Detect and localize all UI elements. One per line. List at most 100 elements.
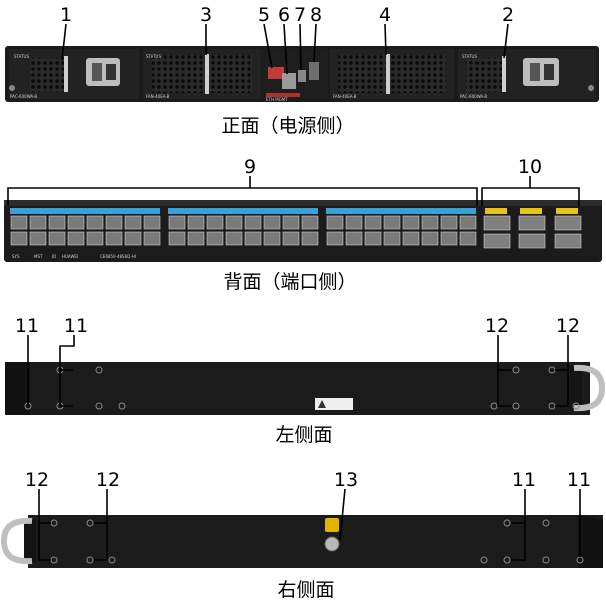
mgmt-port-6 bbox=[282, 73, 296, 89]
psu-right-handle bbox=[502, 56, 506, 92]
sfp-port bbox=[225, 231, 243, 246]
ground-icon bbox=[325, 518, 339, 532]
psu-left-model-label: PAC-600WA-B bbox=[10, 94, 37, 99]
qsfp-port bbox=[518, 233, 546, 249]
callout-4: 4 bbox=[379, 4, 391, 26]
sfp-port bbox=[301, 215, 319, 230]
sfp-port bbox=[244, 215, 262, 230]
back-caption: 背面（端口侧） bbox=[223, 271, 356, 293]
left-caption: 左侧面 bbox=[275, 424, 332, 446]
sfp-port bbox=[206, 231, 224, 246]
sfp-port bbox=[67, 215, 85, 230]
callout-5: 5 bbox=[258, 4, 270, 26]
callout-11-d: 11 bbox=[567, 469, 591, 491]
sfp-port bbox=[143, 215, 161, 230]
sfp-port bbox=[421, 215, 439, 230]
sfp-port bbox=[440, 231, 458, 246]
sfp-port bbox=[105, 231, 123, 246]
sfp-port bbox=[67, 231, 85, 246]
callout-12-d: 12 bbox=[96, 469, 120, 491]
sfp-port bbox=[124, 215, 142, 230]
sfp-port bbox=[187, 215, 205, 230]
qsfp-port bbox=[554, 215, 582, 231]
sfp-port bbox=[168, 231, 186, 246]
callout-11-a: 11 bbox=[15, 315, 39, 337]
sfp-port bbox=[282, 215, 300, 230]
psu-right-status-label: STATUS bbox=[462, 54, 477, 59]
callout-13: 13 bbox=[334, 469, 358, 491]
sfp-port bbox=[225, 215, 243, 230]
fan-4-model-label: FAN-40EA-B bbox=[333, 94, 357, 99]
callout-1: 1 bbox=[60, 4, 72, 26]
fan-3-status-label: STATUS bbox=[146, 54, 161, 59]
sfp-port bbox=[168, 215, 186, 230]
sfp-port bbox=[48, 231, 66, 246]
sfp-port bbox=[421, 231, 439, 246]
screw-icon bbox=[9, 85, 15, 91]
sfp-port bbox=[326, 231, 344, 246]
sfp-port bbox=[364, 215, 382, 230]
usb-port-8 bbox=[309, 62, 319, 80]
fan-module-3: STATUS FAN-40EA-B bbox=[143, 49, 261, 99]
back-brand: HUAWEI bbox=[62, 254, 78, 259]
psu-right-model-label: PAC-600WA-B bbox=[460, 94, 487, 99]
sfp-port bbox=[345, 231, 363, 246]
callout-10: 10 bbox=[518, 156, 542, 178]
callout-9: 9 bbox=[244, 156, 256, 178]
psu-left-status-label: STATUS bbox=[14, 54, 29, 59]
console-port-7 bbox=[298, 70, 306, 82]
mgmt-label: ETH MGMT bbox=[266, 97, 288, 102]
sfp-port bbox=[244, 231, 262, 246]
sfp-port bbox=[10, 231, 28, 246]
front-view: STATUS PAC-600WA-B STATUS FAN-40EA-B ETH… bbox=[5, 4, 599, 137]
front-caption: 正面（电源侧） bbox=[221, 115, 354, 137]
back-model: CE6850-48S6Q-HI bbox=[100, 254, 136, 259]
callout-12-a: 12 bbox=[485, 315, 509, 337]
fan-3-handle bbox=[205, 54, 209, 94]
back-indicator-mst: MST bbox=[34, 254, 43, 259]
qsfp-port-group bbox=[483, 208, 582, 249]
right-caption: 右侧面 bbox=[277, 579, 334, 601]
sfp-port bbox=[402, 215, 420, 230]
psu-left: STATUS PAC-600WA-B bbox=[9, 49, 139, 99]
mgmt-port-5 bbox=[268, 67, 284, 79]
callout-12-c: 12 bbox=[25, 469, 49, 491]
callout-3: 3 bbox=[200, 4, 212, 26]
back-indicator-sys: SYS bbox=[12, 254, 20, 259]
callout-7: 7 bbox=[294, 4, 306, 26]
sfp-port bbox=[86, 231, 104, 246]
fan-3-model-label: FAN-40EA-B bbox=[146, 94, 170, 99]
sfp-port bbox=[263, 231, 281, 246]
sfp-port bbox=[364, 231, 382, 246]
device-views-diagram: STATUS PAC-600WA-B STATUS FAN-40EA-B ETH… bbox=[0, 4, 606, 601]
qsfp-port bbox=[554, 233, 582, 249]
qsfp-port bbox=[483, 233, 511, 249]
fan-module-4: FAN-40EA-B bbox=[330, 49, 454, 99]
callout-11-c: 11 bbox=[512, 469, 536, 491]
left-side-view: 11 11 12 12 左侧面 bbox=[5, 315, 606, 446]
sfp-port bbox=[105, 215, 123, 230]
sfp-port bbox=[187, 231, 205, 246]
sfp-port bbox=[29, 231, 47, 246]
management-panel: ETH MGMT bbox=[262, 49, 328, 102]
sfp-port bbox=[383, 215, 401, 230]
ground-screw-icon bbox=[324, 536, 340, 552]
sfp-port bbox=[48, 215, 66, 230]
callout-12-b: 12 bbox=[556, 315, 580, 337]
sfp-port bbox=[263, 215, 281, 230]
qsfp-port bbox=[483, 215, 511, 231]
sfp-port bbox=[402, 231, 420, 246]
sfp-port bbox=[86, 215, 104, 230]
sfp-port bbox=[124, 231, 142, 246]
psu-left-handle bbox=[64, 56, 68, 92]
sfp-port bbox=[459, 231, 477, 246]
sfp-port bbox=[440, 215, 458, 230]
sfp-port bbox=[459, 215, 477, 230]
fan-4-handle bbox=[386, 54, 390, 94]
callout-6: 6 bbox=[278, 4, 290, 26]
sfp-port bbox=[143, 231, 161, 246]
qsfp-port bbox=[518, 215, 546, 231]
sfp-port bbox=[10, 215, 28, 230]
back-indicator-id: ID bbox=[52, 254, 56, 259]
psu-right: STATUS PAC-600WA-B bbox=[458, 49, 596, 99]
